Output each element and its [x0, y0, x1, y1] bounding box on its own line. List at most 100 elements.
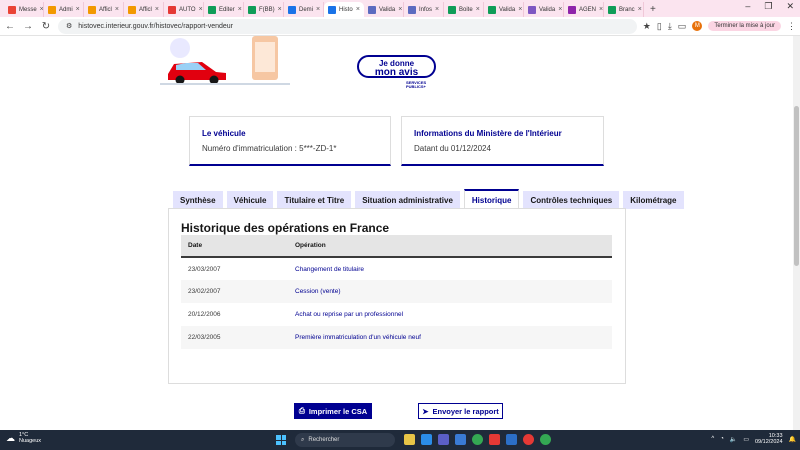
menu-icon[interactable]: ⋮ [787, 21, 796, 32]
tab-situation-administrative[interactable]: Situation administrative [355, 191, 460, 209]
tab-close-icon[interactable]: × [476, 6, 480, 13]
tab-close-icon[interactable]: × [115, 6, 119, 13]
extensions-icon[interactable]: ▯ [657, 21, 662, 32]
cloud-icon: ☁ [6, 433, 15, 443]
tab-synthese[interactable]: Synthèse [173, 191, 223, 209]
browser-tab[interactable]: Valida × [524, 2, 564, 17]
page-viewport: Je donne mon avis SERVICES PUBLICS+ Le v… [0, 36, 793, 430]
print-label: Imprimer le CSA [308, 406, 368, 416]
row-operation: Changement de titulaire [295, 265, 365, 273]
browser-tab[interactable]: Afficl × [84, 2, 124, 17]
browser-tab-label: Valida [499, 6, 516, 13]
maximize-icon[interactable]: ❐ [764, 1, 772, 12]
tab-close-icon[interactable]: × [316, 6, 320, 13]
browser-tab-label: AGEN [579, 6, 597, 13]
site-info-icon[interactable]: ⚙ [66, 22, 72, 30]
browser-tab[interactable]: Demi × [284, 2, 324, 17]
tab-close-icon[interactable]: × [155, 6, 159, 13]
mail-icon[interactable] [421, 434, 432, 445]
browser-tab[interactable]: Valida × [364, 2, 404, 17]
browser-tab[interactable]: AGEN × [564, 2, 604, 17]
browser-tab-label: Demi [299, 6, 314, 13]
reload-icon[interactable]: ↻ [40, 21, 52, 32]
page-scrollbar[interactable] [793, 36, 800, 430]
side-panel-icon[interactable]: ▭ [678, 21, 687, 32]
download-icon[interactable]: ⤓ [668, 21, 672, 32]
close-window-icon[interactable]: ✕ [786, 1, 794, 12]
tab-close-icon[interactable]: × [518, 6, 522, 13]
print-csa-button[interactable]: ⎙ Imprimer le CSA [294, 403, 372, 419]
tab-close-icon[interactable]: × [435, 6, 439, 13]
tab-close-icon[interactable]: × [238, 6, 242, 13]
table-row: 20/12/2006 Achat ou reprise par un profe… [181, 303, 612, 326]
tab-close-icon[interactable]: × [638, 6, 642, 13]
tab-favicon-icon [8, 5, 16, 14]
browser-tab[interactable]: Editer × [204, 2, 244, 17]
browser-tab[interactable]: Infos × [404, 2, 444, 17]
tab-vehicule[interactable]: Véhicule [226, 191, 274, 209]
browser-tab-label: AUTO [179, 6, 196, 13]
back-icon[interactable]: ← [4, 21, 16, 32]
browser-tab[interactable]: Boite × [444, 2, 484, 17]
search-icon: ⌕ [301, 436, 305, 443]
file-explorer-icon[interactable] [404, 434, 415, 445]
browser-tab-label: Infos [419, 6, 433, 13]
ministry-card: Informations du Ministère de l'Intérieur… [401, 116, 604, 166]
taskbar-search[interactable]: ⌕ Rechercher [295, 433, 395, 447]
notification-icon[interactable]: 🔔 [789, 436, 796, 443]
volume-icon[interactable]: 🔈 [730, 436, 737, 443]
browser-tab-label: Valida [539, 6, 556, 13]
profile-avatar[interactable]: M [692, 21, 703, 31]
start-icon[interactable] [276, 435, 286, 445]
table-row: 23/03/2007 Changement de titulaire [181, 257, 612, 280]
browser-tab[interactable]: Afficl × [124, 2, 164, 17]
browser-tab[interactable]: AUTO × [164, 2, 204, 17]
table-row: 23/02/2007 Cession (vente) [181, 280, 612, 303]
browser-tab[interactable]: Histo × [324, 2, 364, 17]
tab-titulaire[interactable]: Titulaire et Titre [277, 191, 352, 209]
tab-favicon-icon [248, 5, 256, 14]
update-button[interactable]: Terminer la mise à jour [708, 21, 781, 31]
scrollbar-thumb[interactable] [794, 106, 799, 266]
forward-icon[interactable]: → [22, 21, 34, 32]
browser-tab[interactable]: Messe × [4, 2, 44, 17]
chrome-profile-icon[interactable] [540, 434, 551, 445]
chevron-up-icon[interactable]: ^ [711, 436, 714, 442]
weather-widget[interactable]: ☁ 1°C Nuageux [6, 432, 41, 444]
browser-tab[interactable]: Admi × [44, 2, 84, 17]
tab-close-icon[interactable]: × [558, 6, 562, 13]
row-operation: Première immatriculation d'un véhicule n… [288, 326, 612, 349]
address-bar[interactable]: ⚙ histovec.interieur.gouv.fr/histovec/ra… [58, 18, 637, 34]
tab-close-icon[interactable]: × [76, 6, 80, 13]
tab-close-icon[interactable]: × [199, 6, 203, 13]
chrome-icon[interactable] [472, 434, 483, 445]
bookmark-star-icon[interactable]: ★ [643, 21, 651, 32]
table-header-row: Date Opération [181, 235, 612, 258]
tab-favicon-icon [88, 5, 96, 14]
acrobat-icon[interactable] [489, 434, 500, 445]
browser-tab-label: Branc [619, 6, 635, 13]
tab-close-icon[interactable]: × [356, 6, 360, 13]
opera-icon[interactable] [523, 434, 534, 445]
battery-icon[interactable]: ▭ [743, 436, 749, 443]
tab-controles-techniques[interactable]: Contrôles techniques [523, 191, 620, 209]
minimize-icon[interactable]: – [745, 1, 750, 12]
feedback-button[interactable]: Je donne mon avis [357, 55, 436, 78]
browser-tab[interactable]: Valida × [484, 2, 524, 17]
row-date: 23/02/2007 [181, 280, 288, 303]
wifi-icon[interactable]: ◔ [720, 436, 724, 442]
ministry-card-title: Informations du Ministère de l'Intérieur [414, 129, 562, 138]
tab-historique[interactable]: Historique [463, 189, 520, 209]
new-tab-icon[interactable]: + [650, 3, 656, 17]
teams-icon[interactable] [438, 434, 449, 445]
tab-close-icon[interactable]: × [278, 6, 282, 13]
browser-tab[interactable]: Branc × [604, 2, 644, 17]
outlook-icon[interactable] [506, 434, 517, 445]
tab-kilometrage[interactable]: Kilométrage [623, 191, 684, 209]
tab-close-icon[interactable]: × [398, 6, 402, 13]
edge-icon[interactable] [455, 434, 466, 445]
send-report-button[interactable]: ➤ Envoyer le rapport [418, 403, 503, 419]
tab-close-icon[interactable]: × [599, 6, 603, 13]
browser-tab[interactable]: F(BB) × [244, 2, 284, 17]
clock[interactable]: 10:33 09/12/2024 [755, 433, 783, 445]
